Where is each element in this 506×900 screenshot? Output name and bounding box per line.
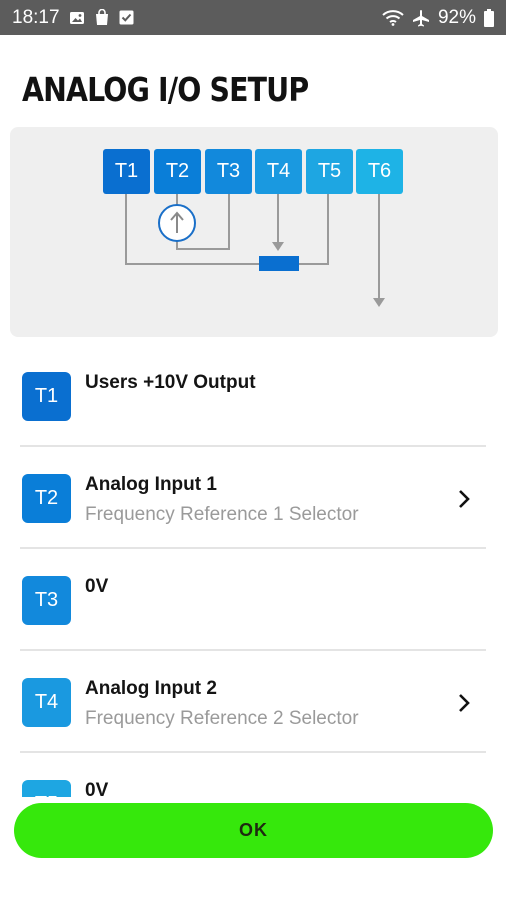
terminal-t4: T4 xyxy=(255,149,302,194)
item-title: Analog Input 2 xyxy=(85,678,217,699)
wifi-icon xyxy=(382,9,404,26)
item-subtitle: Frequency Reference 1 Selector xyxy=(85,504,359,525)
wiring-lines xyxy=(125,194,385,307)
item-title: 0V xyxy=(85,780,109,797)
item-subtitle: Frequency Reference 2 Selector xyxy=(85,708,359,729)
airplane-icon xyxy=(412,9,430,27)
terminal-badge: T3 xyxy=(22,576,71,625)
page-title: ANALOG I/O SETUP xyxy=(22,70,309,109)
list-item-t2[interactable]: T2 Analog Input 1 Frequency Reference 1 … xyxy=(0,447,506,549)
current-source-icon xyxy=(158,204,196,242)
status-bar: 18:17 92% xyxy=(0,0,506,35)
terminal-badge: T4 xyxy=(22,678,71,727)
status-time: 18:17 xyxy=(12,6,60,28)
item-title: Analog Input 1 xyxy=(85,474,217,495)
terminal-t2: T2 xyxy=(154,149,201,194)
status-left: 18:17 xyxy=(12,7,134,29)
item-title: Users +10V Output xyxy=(85,372,256,393)
terminal-t5: T5 xyxy=(306,149,353,194)
potentiometer-icon xyxy=(259,256,299,271)
terminal-badge: T1 xyxy=(22,372,71,421)
checkbox-icon xyxy=(119,10,134,25)
list-item-t5: T5 0V xyxy=(0,753,506,797)
status-right: 92% xyxy=(382,7,494,29)
battery-percent: 92% xyxy=(437,6,476,28)
wiring-diagram: T1 T2 T3 T4 T5 T6 xyxy=(10,127,498,337)
battery-icon xyxy=(484,8,494,27)
shopping-bag-icon xyxy=(94,9,110,26)
list-item-t3: T3 0V xyxy=(0,549,506,651)
list-item-t4[interactable]: T4 Analog Input 2 Frequency Reference 2 … xyxy=(0,651,506,753)
image-icon xyxy=(69,10,85,26)
terminal-list[interactable]: T1 Users +10V Output T2 Analog Input 1 F… xyxy=(0,345,506,797)
chevron-right-icon[interactable] xyxy=(455,488,473,510)
terminal-badge: T5 xyxy=(22,780,71,797)
list-item-t1: T1 Users +10V Output xyxy=(0,345,506,447)
terminal-badge: T2 xyxy=(22,474,71,523)
item-title: 0V xyxy=(85,576,109,597)
terminal-t3: T3 xyxy=(205,149,252,194)
ok-button[interactable]: OK xyxy=(14,803,493,858)
chevron-right-icon[interactable] xyxy=(455,692,473,714)
terminal-t1: T1 xyxy=(103,149,150,194)
terminal-t6: T6 xyxy=(356,149,403,194)
